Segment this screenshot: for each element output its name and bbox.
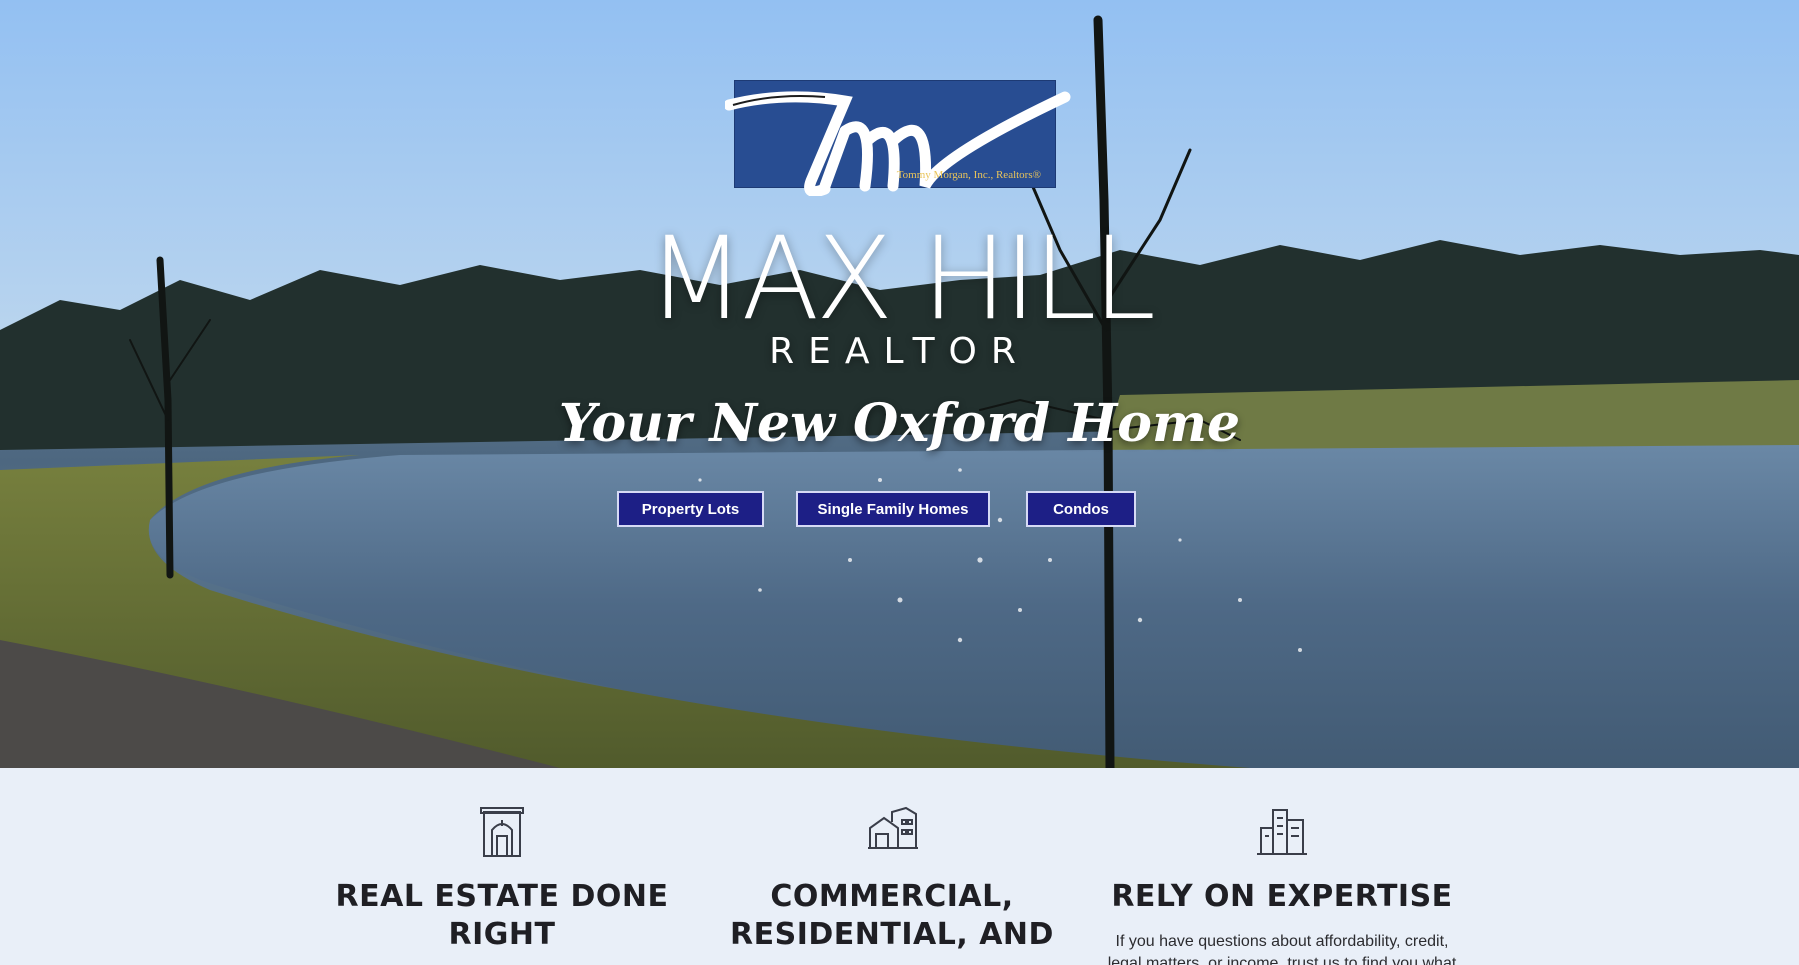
single-family-homes-button[interactable]: Single Family Homes [796,491,990,527]
hero-tagline: Your New Oxford Home [558,393,1241,454]
hero-banner: Tommy Morgan, Inc., Realtors® MAX HILL R… [0,0,1799,768]
feature-title: COMMERCIAL, RESIDENTIAL, AND [730,879,1054,952]
house-icon [868,806,918,849]
brokerage-logo[interactable]: Tommy Morgan, Inc., Realtors® [725,80,1071,196]
feature-title: REAL ESTATE DONE RIGHT [335,879,669,952]
property-lots-button[interactable]: Property Lots [617,491,764,527]
city-buildings-icon [1257,809,1307,855]
hero-subtitle: REALTOR [769,331,1030,372]
feature-title: RELY ON EXPERTISE [1111,879,1453,914]
logo-tagline: Tommy Morgan, Inc., Realtors® [896,169,1041,181]
hero-title: MAX HILL [646,212,1156,345]
condos-button[interactable]: Condos [1026,491,1136,527]
feature-text: If you have questions about affordabilit… [1107,933,1457,965]
features-section: REAL ESTATE DONE RIGHT COMMERCIAL, RESID… [0,768,1799,965]
door-building-icon [480,807,524,857]
